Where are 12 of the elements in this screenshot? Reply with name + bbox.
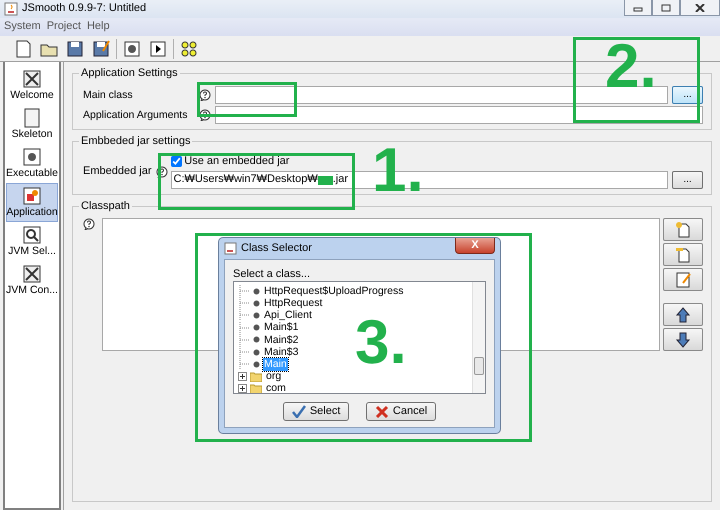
field-label: Main class xyxy=(83,88,134,102)
dialog-prompt: Select a class... xyxy=(233,268,312,281)
checkbox-label: Use an embedded jar xyxy=(184,154,290,168)
group-title: Embbeded jar settings xyxy=(80,136,192,147)
field-label: Embedded jar xyxy=(83,164,152,178)
field-label: Application Arguments xyxy=(83,108,188,122)
step-number: 3. xyxy=(355,312,407,374)
dialog-title: Class Selector xyxy=(241,242,312,255)
group-title: Classpath xyxy=(80,201,131,212)
step-number: 2. xyxy=(605,36,657,98)
group-title: Application Settings xyxy=(80,68,179,79)
window-title: JSmooth 0.9.9-7: Untitled xyxy=(22,2,146,16)
